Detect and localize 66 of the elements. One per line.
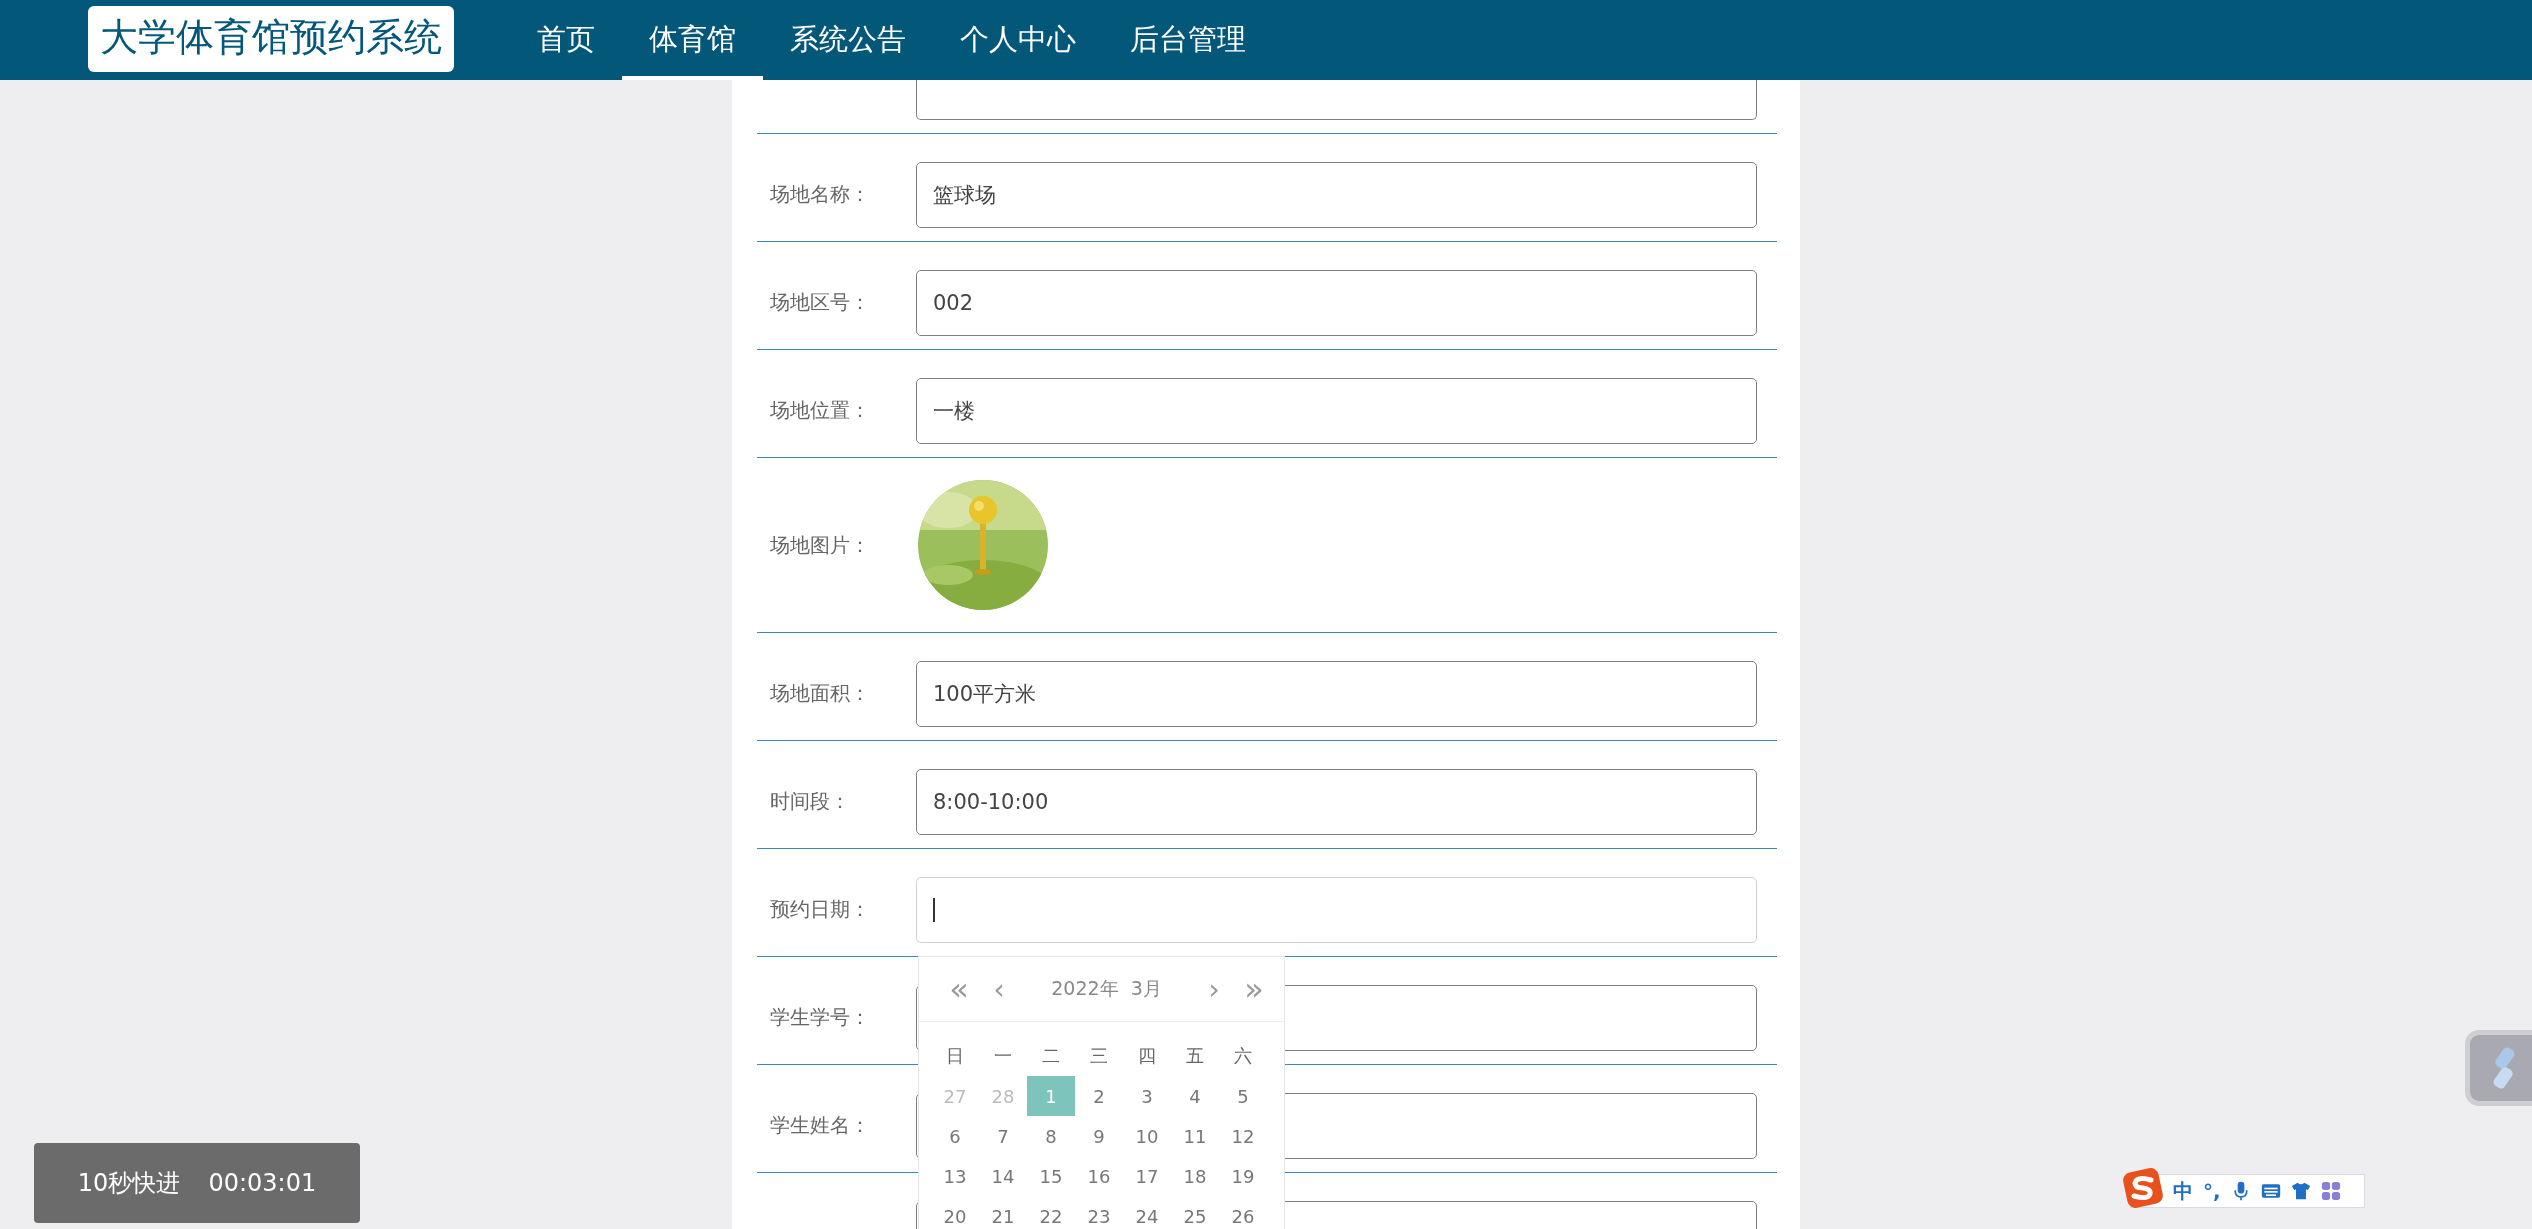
calendar-day[interactable]: 2: [1075, 1076, 1123, 1116]
calendar-day[interactable]: 7: [979, 1116, 1027, 1156]
calendar-day[interactable]: 4: [1171, 1076, 1219, 1116]
calendar-day[interactable]: 17: [1123, 1156, 1171, 1196]
field-label: 场地图片：: [769, 531, 871, 559]
nav-link[interactable]: 系统公告: [763, 0, 933, 80]
field-label: 时间段：: [769, 788, 851, 815]
ime-logo-icon[interactable]: [2123, 1168, 2163, 1208]
weekday-label: 六: [1233, 1044, 1253, 1068]
input-field[interactable]: 篮球场: [916, 161, 1757, 228]
input-field[interactable]: [916, 1092, 1757, 1159]
calendar-day[interactable]: 15: [1027, 1156, 1075, 1196]
input-field[interactable]: 002: [916, 269, 1757, 336]
calendar-day[interactable]: 5: [1219, 1076, 1267, 1116]
field-label: 场地位置：: [769, 397, 871, 424]
calendar-day[interactable]: 25: [1171, 1196, 1219, 1229]
calendar-day[interactable]: 21: [979, 1196, 1027, 1229]
field-label: 场地名称：: [769, 181, 871, 208]
field-label: 预约日期：: [769, 896, 871, 923]
timestamp: 00:03:01: [208, 1169, 317, 1197]
nav-link[interactable]: 首页: [510, 0, 622, 80]
nav-link[interactable]: 体育馆: [622, 0, 763, 80]
calendar-day[interactable]: 16: [1075, 1156, 1123, 1196]
calendar-day[interactable]: 6: [931, 1116, 979, 1156]
nav-link[interactable]: 后台管理: [1103, 0, 1273, 80]
calendar-day[interactable]: 18: [1171, 1156, 1219, 1196]
calendar-day[interactable]: 3: [1123, 1076, 1171, 1116]
calendar-day[interactable]: 9: [1075, 1116, 1123, 1156]
weekday-label: 二: [1041, 1044, 1061, 1068]
field-label: 场地面积：: [769, 680, 871, 707]
field-label: 场地区号：: [769, 289, 871, 316]
next-year-button[interactable]: »: [1234, 970, 1274, 1008]
weekday-label: 三: [1089, 1044, 1109, 1068]
calendar-day[interactable]: 12: [1219, 1116, 1267, 1156]
calendar-day[interactable]: 14: [979, 1156, 1027, 1196]
calendar-day[interactable]: 8: [1027, 1116, 1075, 1156]
calendar-title: 2022年 3月: [1050, 976, 1163, 1001]
site-logo[interactable]: 大学体育馆预约系统: [88, 6, 454, 72]
calendar-day[interactable]: 20: [931, 1196, 979, 1229]
fast-forward-label[interactable]: 10秒快进: [77, 1167, 181, 1199]
prev-year-button[interactable]: «: [939, 970, 979, 1008]
calendar-day[interactable]: 24: [1123, 1196, 1171, 1229]
weekday-label: 四: [1137, 1044, 1157, 1068]
weekday-label: 一: [993, 1044, 1013, 1068]
calendar-day[interactable]: 10: [1123, 1116, 1171, 1156]
weekday-label: 五: [1185, 1044, 1205, 1068]
ime-mode[interactable]: 中: [2173, 1177, 2193, 1205]
input-field[interactable]: 100平方米: [916, 660, 1757, 727]
field-label: 学生学号：: [769, 1004, 871, 1031]
weekday-label: 日: [945, 1044, 965, 1068]
next-month-button[interactable]: ›: [1194, 972, 1234, 1006]
shirt-icon[interactable]: [2290, 1181, 2311, 1201]
ime-punctuation[interactable]: °,: [2203, 1179, 2221, 1203]
grid-icon[interactable]: [2320, 1181, 2341, 1201]
calendar-day[interactable]: 19: [1219, 1156, 1267, 1196]
input-field[interactable]: 8:00-10:00: [916, 768, 1757, 835]
keyboard-icon[interactable]: [2260, 1181, 2281, 1201]
calendar-day[interactable]: 13: [931, 1156, 979, 1196]
input-field[interactable]: 一楼: [916, 377, 1757, 444]
field-label: 学生姓名：: [769, 1112, 871, 1139]
nav-link[interactable]: 个人中心: [933, 0, 1103, 80]
calendar-day[interactable]: 23: [1075, 1196, 1123, 1229]
prev-month-button[interactable]: ‹: [979, 972, 1019, 1006]
calendar-day[interactable]: 11: [1171, 1116, 1219, 1156]
calendar-day[interactable]: 22: [1027, 1196, 1075, 1229]
calendar-day[interactable]: 26: [1219, 1196, 1267, 1229]
